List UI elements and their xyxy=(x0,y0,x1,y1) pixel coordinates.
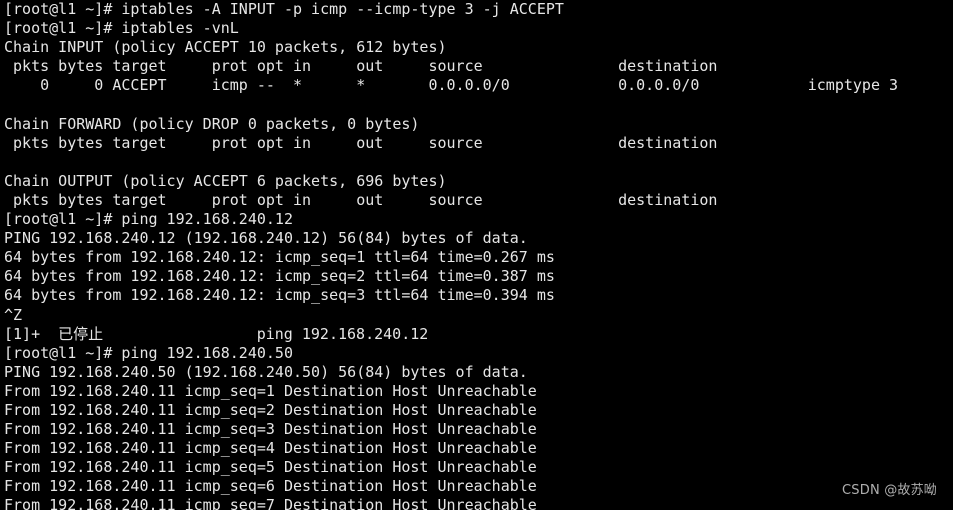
terminal-line: 64 bytes from 192.168.240.12: icmp_seq=3… xyxy=(4,286,555,305)
terminal-line: From 192.168.240.11 icmp_seq=1 Destinati… xyxy=(4,381,537,400)
terminal-line: [root@l1 ~]# ping 192.168.240.12 xyxy=(4,210,293,229)
terminal-line: [root@l1 ~]# iptables -vnL xyxy=(4,19,239,38)
terminal-line: From 192.168.240.11 icmp_seq=7 Destinati… xyxy=(4,496,537,510)
terminal-line: 64 bytes from 192.168.240.12: icmp_seq=1… xyxy=(4,248,555,267)
terminal-line: Chain FORWARD (policy DROP 0 packets, 0 … xyxy=(4,114,420,133)
terminal-line: PING 192.168.240.50 (192.168.240.50) 56(… xyxy=(4,362,528,381)
terminal-line: pkts bytes target prot opt in out source… xyxy=(4,190,718,209)
terminal-line: 64 bytes from 192.168.240.12: icmp_seq=2… xyxy=(4,267,555,286)
terminal-line: From 192.168.240.11 icmp_seq=3 Destinati… xyxy=(4,420,537,439)
terminal-line: From 192.168.240.11 icmp_seq=5 Destinati… xyxy=(4,458,537,477)
terminal-line: pkts bytes target prot opt in out source… xyxy=(4,57,718,76)
watermark: CSDN @故苏呦 xyxy=(842,482,937,498)
terminal-line: 0 0 ACCEPT icmp -- * * 0.0.0.0/0 0.0.0.0… xyxy=(4,76,899,95)
terminal-window[interactable]: [root@l1 ~]# iptables -A INPUT -p icmp -… xyxy=(0,0,953,510)
terminal-line: Chain OUTPUT (policy ACCEPT 6 packets, 6… xyxy=(4,171,447,190)
terminal-line: Chain INPUT (policy ACCEPT 10 packets, 6… xyxy=(4,38,447,57)
terminal-line: From 192.168.240.11 icmp_seq=2 Destinati… xyxy=(4,400,537,419)
terminal-line: [root@l1 ~]# iptables -A INPUT -p icmp -… xyxy=(4,0,564,18)
terminal-line: pkts bytes target prot opt in out source… xyxy=(4,133,718,152)
terminal-line: PING 192.168.240.12 (192.168.240.12) 56(… xyxy=(4,229,528,248)
terminal-line: ^Z xyxy=(4,305,23,324)
terminal-line: [root@l1 ~]# ping 192.168.240.50 xyxy=(4,343,293,362)
terminal-line: From 192.168.240.11 icmp_seq=6 Destinati… xyxy=(4,477,537,496)
terminal-line: [1]+ 已停止 ping 192.168.240.12 xyxy=(4,324,429,343)
terminal-line: From 192.168.240.11 icmp_seq=4 Destinati… xyxy=(4,439,537,458)
